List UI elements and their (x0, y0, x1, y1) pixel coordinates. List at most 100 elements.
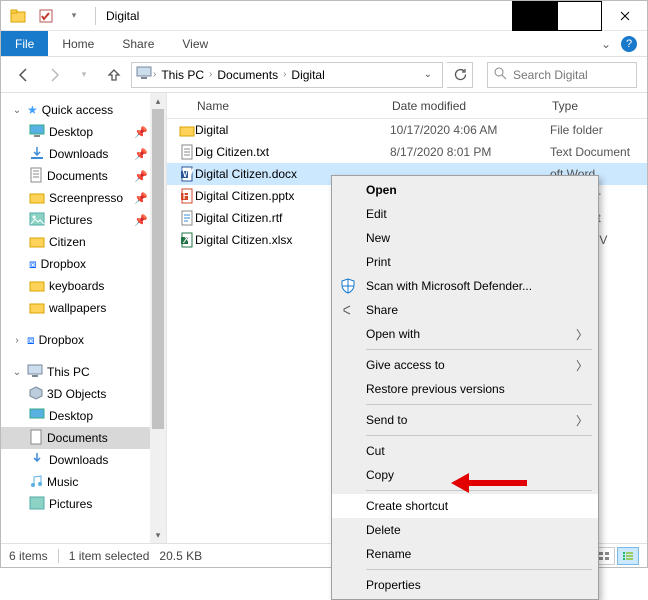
pin-icon: 📌 (134, 214, 166, 227)
ctx-print[interactable]: Print (332, 250, 598, 274)
ctx-create-shortcut[interactable]: Create shortcut (332, 494, 598, 518)
breadcrumb[interactable]: This PC (157, 68, 208, 82)
ctx-sendto[interactable]: Send to〉 (332, 408, 598, 432)
download-icon (29, 452, 45, 469)
search-input[interactable]: Search Digital (487, 62, 637, 88)
tab-view[interactable]: View (168, 31, 222, 56)
ctx-cut[interactable]: Cut (332, 439, 598, 463)
ctx-new[interactable]: New (332, 226, 598, 250)
scroll-thumb[interactable] (152, 109, 164, 429)
forward-button[interactable] (41, 62, 67, 88)
ctx-rename[interactable]: Rename (332, 542, 598, 566)
tab-share[interactable]: Share (108, 31, 168, 56)
search-icon (494, 67, 507, 83)
pc-icon (136, 66, 152, 83)
column-headers[interactable]: Name Date modified Type (167, 93, 647, 119)
tree-item-screenpresso[interactable]: Screenpresso📌 (1, 187, 166, 209)
tree-item-pictures[interactable]: Pictures (1, 493, 166, 515)
address-bar[interactable]: › This PC › Documents › Digital ⌄ (131, 62, 443, 88)
desktop-icon (29, 124, 45, 141)
tree-item-downloads[interactable]: Downloads (1, 449, 166, 471)
dropbox-icon: ⧈ (27, 333, 35, 348)
tree-quick-access[interactable]: ⌄ ★ Quick access (1, 99, 166, 121)
history-dropdown-icon[interactable]: ▾ (63, 5, 85, 27)
close-button[interactable] (602, 1, 647, 31)
scroll-down-icon[interactable]: ▾ (150, 527, 166, 543)
ctx-openwith[interactable]: Open with〉 (332, 322, 598, 346)
tab-home[interactable]: Home (48, 31, 108, 56)
window-title: Digital (100, 9, 139, 23)
menu-separator (366, 435, 592, 436)
menu-separator (366, 404, 592, 405)
minimize-button[interactable] (512, 1, 557, 31)
dropbox-icon: ⧈ (29, 257, 37, 272)
ctx-giveaccess[interactable]: Give access to〉 (332, 353, 598, 377)
breadcrumb[interactable]: Digital (287, 68, 328, 82)
refresh-button[interactable] (447, 62, 473, 88)
tree-item-dropbox[interactable]: ⧈Dropbox (1, 253, 166, 275)
tree-item-pictures[interactable]: Pictures📌 (1, 209, 166, 231)
collapse-icon[interactable]: ⌄ (11, 367, 23, 378)
txt-icon (177, 144, 197, 160)
tree-item-documents[interactable]: Documents📌 (1, 165, 166, 187)
shield-icon (338, 278, 358, 294)
tree-item-citizen[interactable]: Citizen (1, 231, 166, 253)
up-button[interactable] (101, 62, 127, 88)
view-details-button[interactable] (617, 547, 639, 565)
separator (95, 7, 96, 25)
tree-this-pc[interactable]: ⌄This PC (1, 361, 166, 383)
ctx-copy[interactable]: Copy (332, 463, 598, 487)
submenu-arrow-icon: 〉 (576, 357, 588, 374)
pptx-icon: P (177, 188, 197, 204)
menu-separator (366, 490, 592, 491)
menu-separator (366, 569, 592, 570)
ctx-restore[interactable]: Restore previous versions (332, 377, 598, 401)
column-name[interactable]: Name (197, 99, 392, 113)
tree-item-desktop[interactable]: Desktop (1, 405, 166, 427)
column-date[interactable]: Date modified (392, 99, 552, 113)
tree-item-keyboards[interactable]: keyboards (1, 275, 166, 297)
tree-scrollbar[interactable]: ▴ ▾ (150, 93, 166, 543)
scroll-up-icon[interactable]: ▴ (150, 93, 166, 109)
collapse-icon[interactable]: ⌄ (11, 105, 23, 116)
tree-item-desktop[interactable]: Desktop📌 (1, 121, 166, 143)
search-placeholder: Search Digital (513, 68, 588, 82)
ctx-properties[interactable]: Properties (332, 573, 598, 597)
recent-dropdown-icon[interactable]: ▾ (71, 62, 97, 88)
download-icon (29, 146, 45, 163)
address-dropdown-icon[interactable]: ⌄ (424, 69, 432, 80)
folder-icon (29, 190, 45, 207)
ctx-edit[interactable]: Edit (332, 202, 598, 226)
ctx-delete[interactable]: Delete (332, 518, 598, 542)
tree-item-music[interactable]: Music (1, 471, 166, 493)
file-row[interactable]: Digital 10/17/2020 4:06 AM File folder (167, 119, 647, 141)
folder-icon (29, 234, 45, 251)
back-button[interactable] (11, 62, 37, 88)
title-bar: ▾ Digital (1, 1, 647, 31)
properties-icon[interactable] (35, 5, 57, 27)
tree-item-3dobjects[interactable]: 3D Objects (1, 383, 166, 405)
tree-item-wallpapers[interactable]: wallpapers (1, 297, 166, 319)
menu-separator (366, 349, 592, 350)
ctx-scan[interactable]: Scan with Microsoft Defender... (332, 274, 598, 298)
folder-icon (29, 300, 45, 317)
tree-item-documents[interactable]: Documents (1, 427, 166, 449)
ctx-share[interactable]: Share (332, 298, 598, 322)
svg-text:X: X (183, 232, 191, 246)
column-type[interactable]: Type (552, 99, 647, 113)
tree-item-downloads[interactable]: Downloads📌 (1, 143, 166, 165)
tree-dropbox[interactable]: ›⧈Dropbox (1, 329, 166, 351)
ribbon-tabs: File Home Share View ⌄ ? (1, 31, 647, 57)
breadcrumb[interactable]: Documents (213, 68, 282, 82)
desktop-icon (29, 408, 45, 425)
help-icon[interactable]: ? (621, 36, 637, 52)
maximize-button[interactable] (557, 1, 602, 31)
expand-icon[interactable]: › (11, 335, 23, 346)
document-icon (29, 429, 43, 448)
tab-file[interactable]: File (1, 31, 48, 56)
quick-access-toolbar: ▾ (1, 5, 91, 27)
expand-ribbon-icon[interactable]: ⌄ (601, 37, 611, 51)
file-row[interactable]: Dig Citizen.txt 8/17/2020 8:01 PM Text D… (167, 141, 647, 163)
folder-icon (29, 278, 45, 295)
ctx-open[interactable]: Open (332, 178, 598, 202)
